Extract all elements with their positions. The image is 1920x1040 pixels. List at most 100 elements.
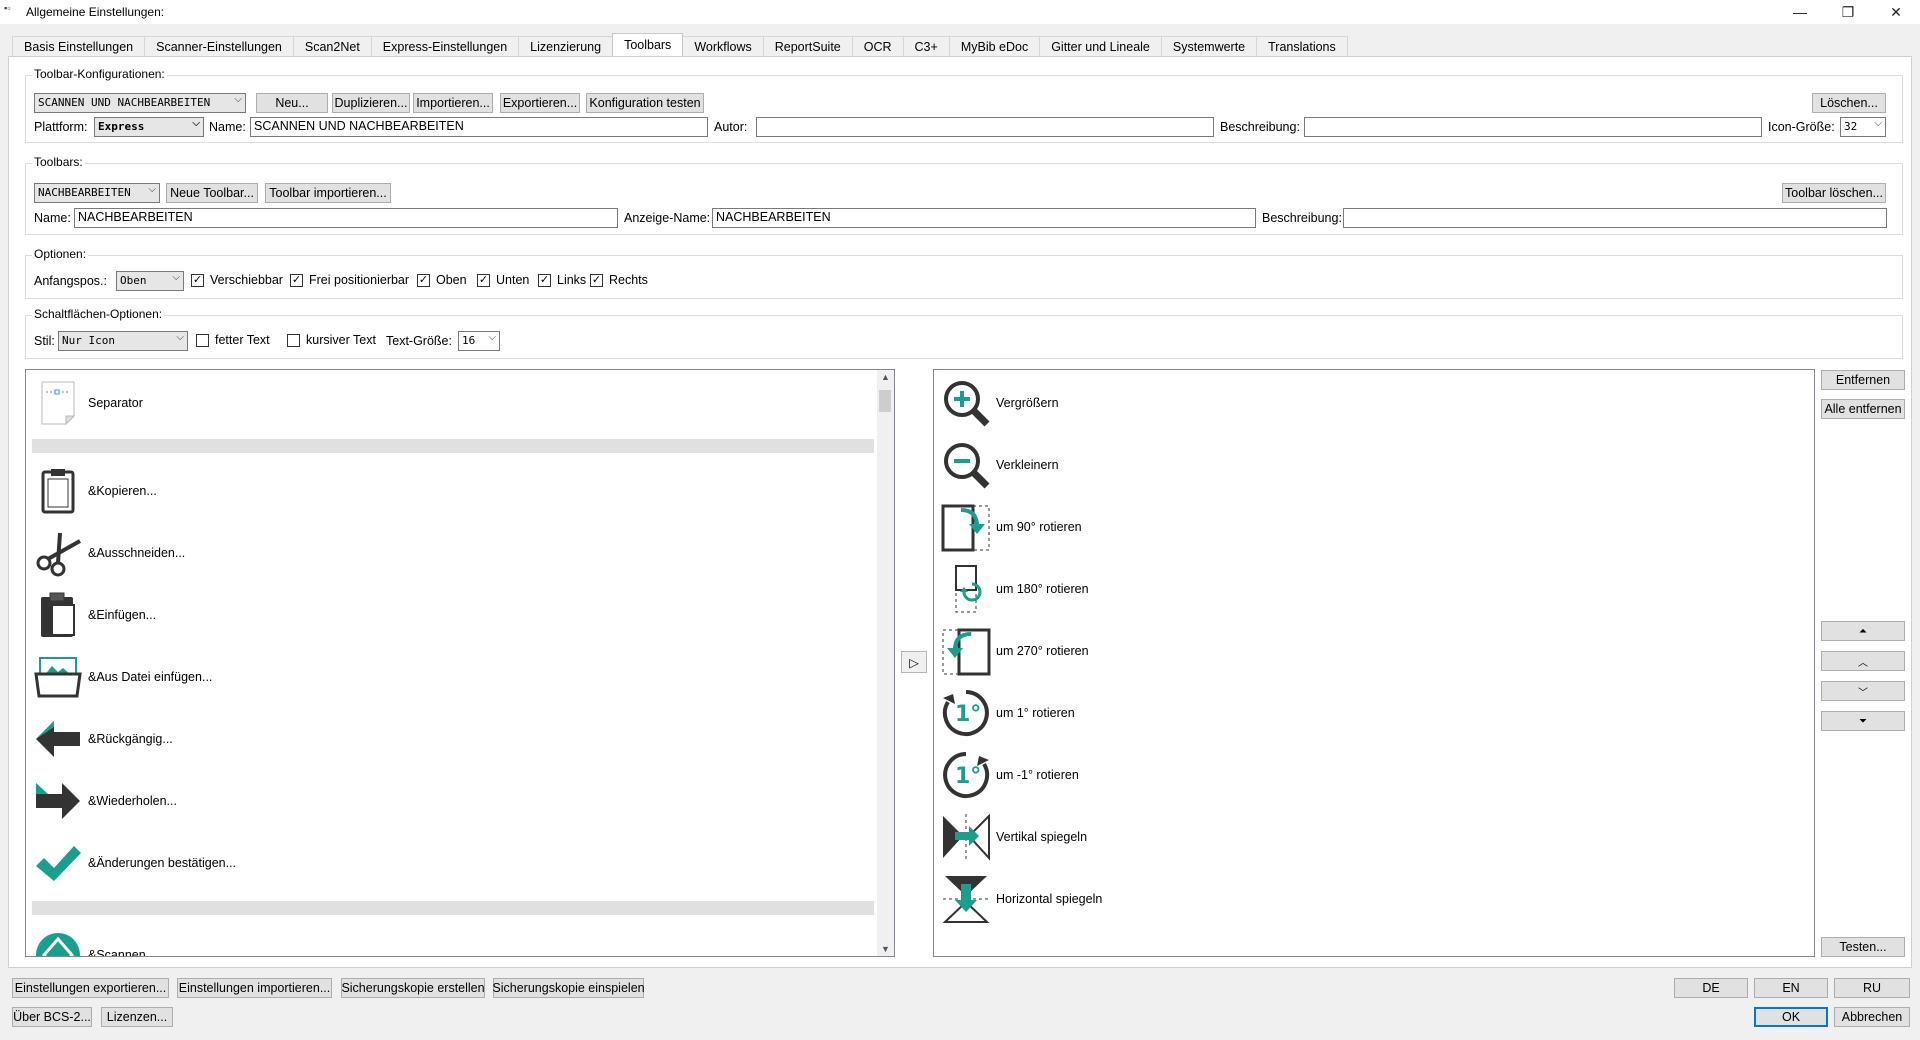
toolbar-name-field[interactable]: NACHBEARBEITEN — [74, 208, 618, 228]
language-de-button[interactable]: DE — [1674, 978, 1748, 998]
remove-button[interactable]: Entfernen — [1821, 370, 1905, 390]
restore-backup-button[interactable]: Sicherungskopie einspielen — [492, 978, 645, 998]
list-item-confirm[interactable]: &Änderungen bestätigen... — [32, 832, 236, 894]
tab-mybib[interactable]: MyBib eDoc — [948, 36, 1041, 56]
tab-systemwerte[interactable]: Systemwerte — [1160, 36, 1258, 56]
export-settings-button[interactable]: Einstellungen exportieren... — [12, 978, 169, 998]
ok-button[interactable]: OK — [1754, 1007, 1828, 1027]
bottom-checkbox[interactable]: ✓ Unten — [477, 273, 529, 287]
config-new-button[interactable]: Neu... — [256, 93, 328, 113]
author-field[interactable] — [756, 117, 1214, 137]
left-checkbox[interactable]: ✓ Links — [538, 273, 586, 287]
icon-size-select[interactable]: 32 ⌵ — [1840, 117, 1886, 137]
tab-reportsuite[interactable]: ReportSuite — [762, 36, 853, 56]
start-position-label: Anfangspos.: — [34, 274, 107, 288]
list-item-rotate-90[interactable]: um 90° rotieren — [940, 496, 1082, 558]
rotate-90-icon — [940, 501, 992, 553]
available-buttons-list[interactable]: Separator &Kopieren... &Ausschneiden... … — [25, 369, 895, 957]
list-item-undo[interactable]: &Rückgängig... — [32, 708, 173, 770]
tab-gitter[interactable]: Gitter und Lineale — [1039, 36, 1162, 56]
close-button[interactable]: ✕ — [1872, 0, 1920, 24]
text-size-label: Text-Größe: — [386, 334, 452, 348]
chevron-down-icon: ⌵ — [172, 272, 180, 283]
scroll-up-icon[interactable]: ▲ — [881, 372, 890, 382]
text-size-select[interactable]: 16 ⌵ — [458, 331, 500, 351]
import-settings-button[interactable]: Einstellungen importieren... — [177, 978, 332, 998]
tab-translations[interactable]: Translations — [1256, 36, 1348, 56]
cancel-button[interactable]: Abbrechen — [1834, 1007, 1910, 1027]
create-backup-button[interactable]: Sicherungskopie erstellen — [341, 978, 485, 998]
move-top-button[interactable]: ⏶ — [1821, 621, 1905, 641]
list-item-rotate-180[interactable]: um 180° rotieren — [940, 558, 1089, 620]
svg-text:1°: 1° — [955, 764, 981, 789]
display-name-field[interactable]: NACHBEARBEITEN — [712, 208, 1256, 228]
import-toolbar-button[interactable]: Toolbar importieren... — [265, 183, 391, 203]
scroll-thumb[interactable] — [879, 390, 891, 412]
config-export-button[interactable]: Exportieren... — [500, 93, 580, 113]
tab-workflows[interactable]: Workflows — [682, 36, 764, 56]
list-item-rotate-270[interactable]: um 270° rotieren — [940, 620, 1089, 682]
config-select[interactable]: SCANNEN UND NACHBEARBEITEN ⌵ — [34, 93, 246, 113]
left-label: Links — [557, 273, 587, 287]
list-item-zoom-out[interactable]: Verkleinern — [940, 434, 1059, 496]
tab-ocr[interactable]: OCR — [851, 36, 904, 56]
language-ru-button[interactable]: RU — [1834, 978, 1910, 998]
licenses-button[interactable]: Lizenzen... — [101, 1007, 173, 1027]
list-item-copy[interactable]: &Kopieren... — [32, 460, 157, 522]
list-item-zoom-in[interactable]: Vergrößern — [940, 372, 1059, 434]
remove-all-button[interactable]: Alle entfernen — [1821, 399, 1905, 419]
move-down-button[interactable]: ﹀ — [1821, 681, 1905, 701]
toolbars-group-label: Toolbars: — [32, 155, 85, 169]
maximize-button[interactable]: ❐ — [1824, 0, 1872, 24]
list-item-flip-horizontal[interactable]: Horizontal spiegeln — [940, 868, 1102, 930]
list-item-paste[interactable]: &Einfügen... — [32, 584, 156, 646]
list-item-redo[interactable]: &Wiederholen... — [32, 770, 177, 832]
list-item-rotate-1[interactable]: 1° um 1° rotieren — [940, 682, 1075, 744]
config-description-field[interactable] — [1304, 117, 1762, 137]
add-button[interactable]: ▷ — [901, 651, 927, 673]
tab-express[interactable]: Express-Einstellungen — [370, 36, 520, 56]
selected-buttons-list[interactable]: Vergrößern Verkleinern um 90° rotieren u… — [933, 369, 1815, 957]
config-delete-button[interactable]: Löschen... — [1812, 93, 1886, 113]
list-item-cut[interactable]: &Ausschneiden... — [32, 522, 185, 584]
list-item-flip-vertical[interactable]: Vertikal spiegeln — [940, 806, 1087, 868]
style-select[interactable]: Nur Icon ⌵ — [58, 331, 188, 351]
start-position-select[interactable]: Oben ⌵ — [116, 271, 184, 291]
config-name-field[interactable]: SCANNEN UND NACHBEARBEITEN — [250, 117, 708, 137]
rotate-180-icon — [940, 563, 992, 615]
list-item-scan[interactable]: &Scannen... — [32, 924, 156, 956]
list-item-rotate-minus-1[interactable]: 1° um -1° rotieren — [940, 744, 1079, 806]
language-en-button[interactable]: EN — [1754, 978, 1828, 998]
tab-toolbars[interactable]: Toolbars — [612, 33, 684, 56]
delete-toolbar-button[interactable]: Toolbar löschen... — [1782, 183, 1886, 203]
move-up-button[interactable]: ︿ — [1821, 651, 1905, 671]
new-toolbar-button[interactable]: Neue Toolbar... — [166, 183, 258, 203]
move-bottom-button[interactable]: ⏷ — [1821, 711, 1905, 731]
minimize-button[interactable]: — — [1776, 0, 1824, 24]
scroll-down-icon[interactable]: ▼ — [881, 944, 890, 954]
config-duplicate-button[interactable]: Duplizieren... — [332, 93, 410, 113]
top-checkbox[interactable]: ✓ Oben — [417, 273, 467, 287]
chevron-down-icon: ⌵ — [234, 94, 242, 105]
tab-basis[interactable]: Basis Einstellungen — [12, 36, 146, 56]
right-checkbox[interactable]: ✓ Rechts — [590, 273, 648, 287]
platform-select[interactable]: Express ⌵ — [94, 117, 204, 137]
list-item-paste-from-file[interactable]: &Aus Datei einfügen... — [32, 646, 212, 708]
test-button[interactable]: Testen... — [1821, 937, 1905, 957]
config-test-button[interactable]: Konfiguration testen — [586, 93, 704, 113]
tab-scan2net[interactable]: Scan2Net — [292, 36, 372, 56]
tab-c3[interactable]: C3+ — [902, 36, 950, 56]
list-item-separator[interactable]: Separator — [32, 372, 143, 434]
bold-text-checkbox[interactable]: fetter Text — [196, 333, 270, 347]
free-position-checkbox[interactable]: ✓ Frei positionierbar — [290, 273, 409, 287]
toolbar-description-field[interactable] — [1343, 208, 1887, 228]
toolbar-select[interactable]: NACHBEARBEITEN ⌵ — [34, 183, 160, 203]
list-scrollbar[interactable]: ▲ ▼ — [877, 370, 894, 956]
movable-checkbox[interactable]: ✓ Verschiebbar — [191, 273, 283, 287]
about-button[interactable]: Über BCS-2... — [12, 1007, 92, 1027]
italic-text-checkbox[interactable]: kursiver Text — [287, 333, 376, 347]
tab-lizenzierung[interactable]: Lizenzierung — [518, 36, 614, 56]
display-name-label: Anzeige-Name: — [624, 211, 711, 225]
config-import-button[interactable]: Importieren... — [413, 93, 493, 113]
tab-scanner[interactable]: Scanner-Einstellungen — [144, 36, 294, 56]
